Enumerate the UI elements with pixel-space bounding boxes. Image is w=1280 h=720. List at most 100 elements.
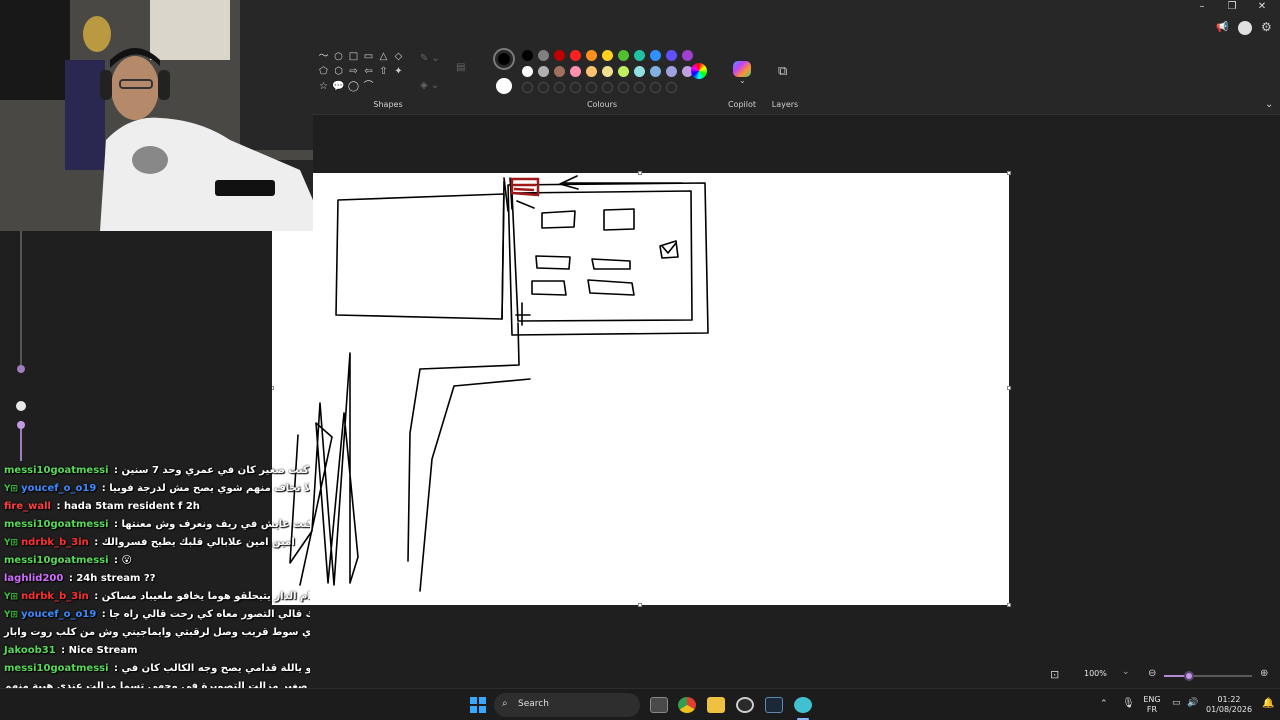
taskbar-search-box[interactable]: ⌕ Search [494,693,640,717]
account-avatar[interactable] [1238,21,1252,35]
palette-swatch[interactable] [650,50,661,61]
clock[interactable]: 01:22 01/08/2026 [1206,695,1252,715]
edit-colors-wheel-icon[interactable] [691,63,707,79]
fit-to-window-icon[interactable]: ⊡ [1050,668,1064,682]
chat-username[interactable]: messi10goatmessi [4,663,109,674]
volume-icon[interactable]: 🔊 [1187,698,1198,708]
shape-tool-icon[interactable]: ☆ [317,80,330,93]
chat-username[interactable]: ndrbk_b_3in [21,591,89,602]
language-indicator[interactable]: ENG FR [1140,695,1164,715]
maximize-button[interactable]: ❐ [1217,0,1247,14]
canvas-resize-handle-bottom[interactable] [638,603,642,607]
minimize-button[interactable]: – [1187,0,1217,14]
custom-color-slot[interactable] [586,82,597,93]
chat-username[interactable]: youcef_o_o19 [21,483,96,494]
chat-username[interactable]: messi10goatmessi [4,519,109,530]
shape-tool-icon[interactable]: △ [377,50,390,63]
primary-color-ring[interactable] [493,48,515,70]
palette-swatch[interactable] [666,66,677,77]
drawing-canvas[interactable] [272,173,1009,605]
palette-swatch[interactable] [538,66,549,77]
custom-color-slot[interactable] [634,82,645,93]
custom-color-slot[interactable] [538,82,549,93]
slider-thumb[interactable] [17,365,25,373]
close-button[interactable]: ✕ [1247,0,1277,14]
palette-swatch[interactable] [618,66,629,77]
palette-swatch[interactable] [554,50,565,61]
shape-tool-icon[interactable]: ○ [332,50,345,63]
steam-icon[interactable] [765,697,783,713]
custom-color-slot[interactable] [554,82,565,93]
ribbon-collapse-chevron-icon[interactable]: ⌄ [1265,99,1273,110]
brush-size-icon[interactable] [16,401,26,411]
chat-username[interactable]: youcef_o_o19 [21,609,96,620]
shape-tool-icon[interactable]: ▭ [362,50,375,63]
shape-tool-icon[interactable]: ✦ [392,65,405,78]
chat-username[interactable]: Jakoob31 [4,645,56,656]
shape-tool-icon[interactable]: 〜 [317,50,330,63]
shape-tool-icon[interactable]: ◯ [347,80,360,93]
outline-icon[interactable]: ✎ ⌄ [420,53,446,65]
custom-color-slot[interactable] [602,82,613,93]
palette-swatch[interactable] [554,66,565,77]
shape-tool-icon[interactable]: □ [347,50,360,63]
shape-tool-icon[interactable]: ⇦ [362,65,375,78]
shape-tool-icon[interactable]: ⬠ [317,65,330,78]
palette-swatch[interactable] [586,50,597,61]
palette-swatch[interactable] [634,50,645,61]
canvas-resize-handle-bottom-right[interactable] [1007,603,1011,607]
chat-username[interactable]: messi10goatmessi [4,465,109,476]
palette-swatch[interactable] [602,50,613,61]
canvas-resize-handle-top[interactable] [638,171,642,175]
paint-app-icon[interactable] [794,697,812,713]
task-view-icon[interactable] [650,697,668,713]
file-explorer-icon[interactable] [707,697,725,713]
notifications-icon[interactable]: 🔔 [1262,698,1274,709]
zoom-slider-track[interactable] [1164,671,1252,681]
custom-color-slot[interactable] [522,82,533,93]
zoom-dropdown[interactable]: 100% ⌄ [1078,666,1136,684]
zoom-in-icon[interactable]: ⊕ [1260,668,1268,679]
shape-tool-icon[interactable]: ⇧ [377,65,390,78]
start-button[interactable] [470,697,486,713]
palette-swatch[interactable] [682,50,693,61]
palette-swatch[interactable] [570,50,581,61]
chat-username[interactable]: laghlid200 [4,573,63,584]
zoom-out-icon[interactable]: ⊖ [1148,668,1156,679]
copilot-chevron-down-icon[interactable]: ⌄ [739,76,746,85]
shape-tool-icon[interactable]: ⬡ [332,65,345,78]
custom-color-slot[interactable] [650,82,661,93]
chrome-icon[interactable] [678,697,696,713]
palette-swatch[interactable] [522,50,533,61]
custom-color-slot[interactable] [570,82,581,93]
settings-gear-icon[interactable]: ⚙ [1261,20,1275,34]
palette-swatch[interactable] [602,66,613,77]
tray-chevron-up-icon[interactable]: ⌃ [1100,699,1108,709]
fill-icon[interactable]: ◈ ⌄ [420,80,446,92]
custom-color-slot[interactable] [618,82,629,93]
copilot-icon[interactable] [733,61,751,77]
chat-username[interactable]: messi10goatmessi [4,555,109,566]
shape-tool-icon[interactable]: ◇ [392,50,405,63]
obs-icon[interactable] [736,697,754,713]
palette-swatch[interactable] [538,50,549,61]
size-icon[interactable]: ▤ [456,62,470,74]
palette-swatch[interactable] [586,66,597,77]
secondary-color-swatch[interactable] [496,78,512,94]
palette-swatch[interactable] [666,50,677,61]
canvas-resize-handle-right[interactable] [1007,386,1011,390]
zoom-slider-thumb[interactable] [1183,671,1194,681]
palette-swatch[interactable] [522,66,533,77]
chat-username[interactable]: fire_wall [4,501,51,512]
shape-tool-icon[interactable]: ⌒ [362,80,375,93]
custom-color-slot[interactable] [666,82,677,93]
layers-icon[interactable]: ⧉ [778,64,792,79]
palette-swatch[interactable] [618,50,629,61]
network-icon[interactable]: ▭ [1172,698,1181,708]
slider-thumb-lower[interactable] [17,421,25,429]
chat-username[interactable]: ndrbk_b_3in [21,537,89,548]
palette-swatch[interactable] [634,66,645,77]
canvas-resize-handle-top-right[interactable] [1007,171,1011,175]
palette-swatch[interactable] [570,66,581,77]
shape-tool-icon[interactable]: ⇨ [347,65,360,78]
